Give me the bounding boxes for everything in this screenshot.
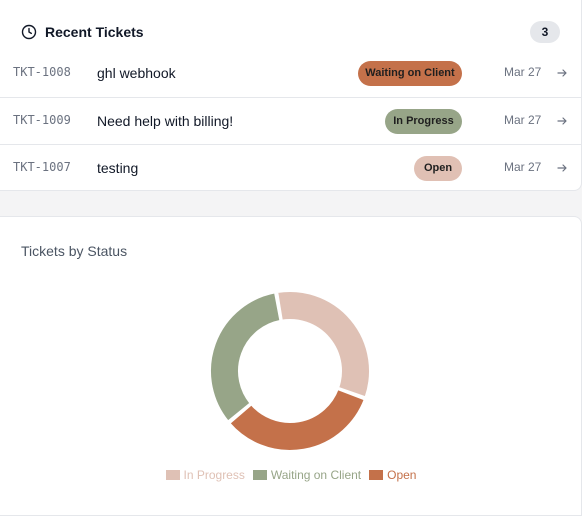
ticket-id: TKT-1008 — [13, 65, 71, 79]
status-badge: In Progress — [385, 109, 462, 134]
ticket-subject: ghl webhook — [97, 65, 176, 81]
legend-item[interactable]: Waiting on Client — [252, 468, 362, 482]
arrow-right-icon[interactable] — [556, 67, 568, 79]
legend-label: Open — [387, 468, 417, 482]
ticket-count-badge: 3 — [530, 21, 560, 43]
legend-item[interactable]: Open — [369, 468, 416, 482]
ticket-id: TKT-1009 — [13, 113, 71, 127]
ticket-row[interactable]: TKT-1008 ghl webhook Waiting on Client Mar … — [0, 50, 581, 97]
ticket-date: Mar 27 — [504, 160, 542, 174]
donut-slice[interactable] — [228, 387, 367, 452]
donut-slice[interactable] — [209, 291, 282, 423]
ticket-date: Mar 27 — [504, 113, 542, 127]
legend-swatch — [165, 470, 180, 480]
ticket-subject: testing — [97, 160, 139, 176]
legend-label: In Progress — [183, 468, 245, 482]
status-donut-chart — [209, 290, 371, 452]
ticket-row[interactable]: TKT-1007 testing Open Mar 27 — [0, 144, 581, 192]
clock-icon — [21, 24, 37, 40]
donut-slice[interactable] — [276, 290, 371, 399]
ticket-subject: Need help with billing! — [97, 113, 234, 129]
recent-tickets-card: Recent Tickets 3 TKT-1008 ghl webhook Wait… — [0, 0, 582, 191]
legend-label: Waiting on Client — [270, 468, 362, 482]
ticket-date: Mar 27 — [504, 65, 542, 79]
tickets-by-status-card: Tickets by Status In Progress Waiting on … — [0, 216, 582, 516]
ticket-row[interactable]: TKT-1009 Need help with billing! In Progre… — [0, 97, 581, 145]
legend-item[interactable]: In Progress — [165, 468, 245, 482]
status-badge: Open — [414, 156, 462, 181]
legend-swatch — [369, 470, 384, 480]
legend-swatch — [252, 470, 267, 480]
status-badge: Waiting on Client — [358, 61, 462, 86]
ticket-id: TKT-1007 — [13, 160, 71, 174]
chart-legend: In Progress Waiting on Client Open — [0, 468, 582, 482]
arrow-right-icon[interactable] — [556, 115, 568, 127]
arrow-right-icon[interactable] — [556, 162, 568, 174]
recent-tickets-title: Recent Tickets — [45, 24, 144, 40]
